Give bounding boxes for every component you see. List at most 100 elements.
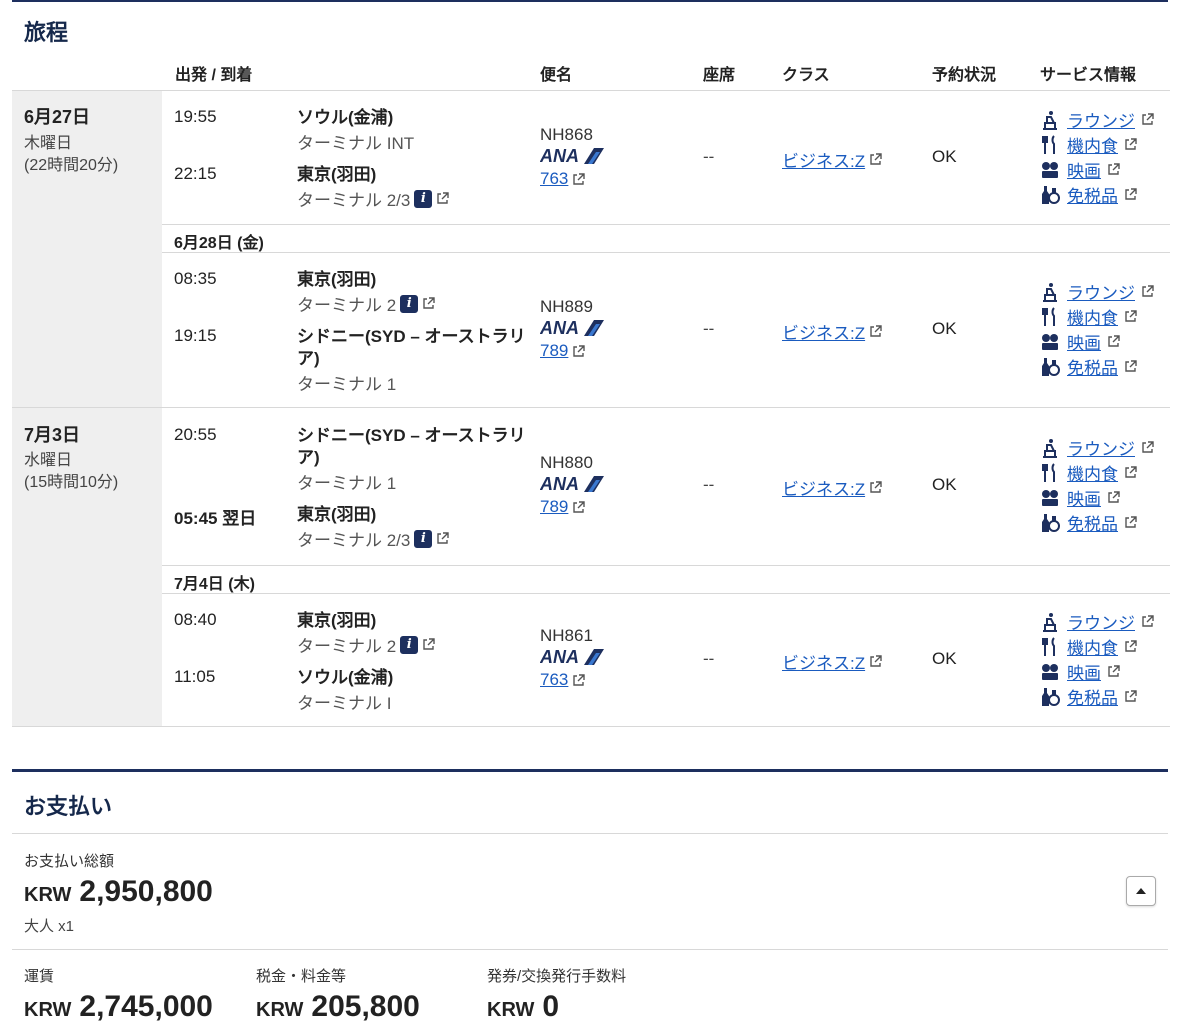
class-link[interactable]: ビジネス:Z — [782, 475, 882, 500]
connection-date-band: 6月28日 (金) — [162, 225, 1170, 253]
class-link[interactable]: ビジネス:Z — [782, 319, 882, 344]
external-link-icon[interactable] — [1124, 188, 1137, 201]
equipment-text[interactable]: 763 — [540, 670, 568, 690]
service-movie[interactable]: 映画 — [1039, 157, 1169, 182]
dep-terminal: ターミナル 1 — [297, 469, 396, 494]
payment-top-rule — [12, 769, 1168, 772]
external-link-icon[interactable] — [869, 153, 882, 166]
external-link-icon[interactable] — [1141, 441, 1154, 454]
external-link-icon[interactable] — [1124, 138, 1137, 151]
arr-city: 東京(羽田) — [297, 165, 377, 184]
header-seat: 座席 — [703, 67, 736, 84]
collapse-toggle-button[interactable] — [1126, 876, 1156, 906]
service-link-lounge[interactable]: ラウンジ — [1067, 609, 1135, 634]
external-link-icon[interactable] — [572, 344, 586, 358]
info-icon[interactable]: i — [414, 529, 433, 548]
service-link-movie[interactable]: 映画 — [1067, 157, 1101, 182]
equipment-link[interactable]: 763 — [540, 169, 586, 189]
service-link-lounge[interactable]: ラウンジ — [1067, 435, 1135, 460]
arr-time: 19:15 — [174, 326, 217, 345]
movie-icon — [1042, 161, 1058, 178]
external-link-icon[interactable] — [869, 655, 882, 668]
equipment-text[interactable]: 789 — [540, 341, 568, 361]
service-link-movie[interactable]: 映画 — [1067, 659, 1101, 684]
duty-free-icon — [1042, 513, 1060, 532]
service-meal[interactable]: 機内食 — [1039, 460, 1169, 485]
service-duty-free[interactable]: 免税品 — [1039, 510, 1169, 535]
fare-amount: KRW 2,745,000 — [24, 990, 213, 1024]
equipment-link[interactable]: 763 — [540, 670, 586, 690]
external-link-icon[interactable] — [1107, 335, 1120, 348]
service-link-duty-free[interactable]: 免税品 — [1067, 510, 1118, 535]
external-link-icon[interactable] — [1107, 491, 1120, 504]
service-lounge[interactable]: ラウンジ — [1039, 279, 1169, 304]
external-link-icon[interactable] — [869, 481, 882, 494]
service-meal[interactable]: 機内食 — [1039, 132, 1169, 157]
service-link-duty-free[interactable]: 免税品 — [1067, 182, 1118, 207]
journey-weekday: 木曜日 — [24, 135, 73, 152]
external-link-icon[interactable] — [1107, 163, 1120, 176]
equipment-text[interactable]: 789 — [540, 497, 568, 517]
external-link-icon[interactable] — [1124, 360, 1137, 373]
service-link-movie[interactable]: 映画 — [1067, 485, 1101, 510]
equipment-link[interactable]: 789 — [540, 497, 586, 517]
class-text[interactable]: ビジネス:Z — [782, 475, 865, 500]
external-link-icon[interactable] — [422, 638, 435, 651]
external-link-icon[interactable] — [572, 500, 586, 514]
external-link-icon[interactable] — [1141, 285, 1154, 298]
service-link-duty-free[interactable]: 免税品 — [1067, 684, 1118, 709]
info-icon[interactable]: i — [400, 294, 419, 313]
service-link-duty-free[interactable]: 免税品 — [1067, 354, 1118, 379]
header-dep-arr: 出発 / 到着 — [175, 67, 253, 84]
class-link[interactable]: ビジネス:Z — [782, 649, 882, 674]
movie-icon — [1042, 663, 1058, 680]
class-text[interactable]: ビジネス:Z — [782, 649, 865, 674]
service-link-meal[interactable]: 機内食 — [1067, 460, 1118, 485]
external-link-icon[interactable] — [422, 297, 435, 310]
service-link-lounge[interactable]: ラウンジ — [1067, 107, 1135, 132]
service-link-meal[interactable]: 機内食 — [1067, 634, 1118, 659]
external-link-icon[interactable] — [436, 532, 450, 545]
external-link-icon[interactable] — [1124, 310, 1137, 323]
class-text[interactable]: ビジネス:Z — [782, 319, 865, 344]
journey-date: 7月3日 — [24, 425, 81, 445]
service-duty-free[interactable]: 免税品 — [1039, 182, 1169, 207]
info-icon[interactable]: i — [414, 189, 433, 208]
external-link-icon[interactable] — [572, 172, 586, 186]
class-text[interactable]: ビジネス:Z — [782, 147, 865, 172]
external-link-icon[interactable] — [1141, 615, 1154, 628]
service-movie[interactable]: 映画 — [1039, 485, 1169, 510]
external-link-icon[interactable] — [869, 325, 882, 338]
external-link-icon[interactable] — [436, 192, 450, 205]
arr-terminal: ターミナル 1 — [297, 370, 396, 395]
service-link-lounge[interactable]: ラウンジ — [1067, 279, 1135, 304]
external-link-icon[interactable] — [1107, 665, 1120, 678]
service-meal[interactable]: 機内食 — [1039, 634, 1169, 659]
service-link-movie[interactable]: 映画 — [1067, 329, 1101, 354]
service-meal[interactable]: 機内食 — [1039, 304, 1169, 329]
service-lounge[interactable]: ラウンジ — [1039, 107, 1169, 132]
journey-2-day: 7月3日 水曜日 (15時間10分) — [12, 408, 162, 726]
class-link[interactable]: ビジネス:Z — [782, 147, 882, 172]
external-link-icon[interactable] — [572, 673, 586, 687]
external-link-icon[interactable] — [1124, 690, 1137, 703]
service-duty-free[interactable]: 免税品 — [1039, 354, 1169, 379]
service-link-meal[interactable]: 機内食 — [1067, 132, 1118, 157]
info-icon[interactable]: i — [400, 635, 419, 654]
dep-city: 東京(羽田) — [297, 270, 377, 289]
service-link-meal[interactable]: 機内食 — [1067, 304, 1118, 329]
service-lounge[interactable]: ラウンジ — [1039, 609, 1169, 634]
service-duty-free[interactable]: 免税品 — [1039, 684, 1169, 709]
equipment-text[interactable]: 763 — [540, 169, 568, 189]
service-lounge[interactable]: ラウンジ — [1039, 435, 1169, 460]
external-link-icon[interactable] — [1124, 640, 1137, 653]
movie-icon — [1042, 333, 1058, 350]
external-link-icon[interactable] — [1124, 466, 1137, 479]
external-link-icon[interactable] — [1141, 113, 1154, 126]
service-movie[interactable]: 映画 — [1039, 329, 1169, 354]
external-link-icon[interactable] — [1124, 516, 1137, 529]
service-list: ラウンジ 機内食 映画 免税品 — [1039, 435, 1169, 535]
service-movie[interactable]: 映画 — [1039, 659, 1169, 684]
equipment-link[interactable]: 789 — [540, 341, 586, 361]
passenger-count: 大人 x1 — [24, 918, 75, 935]
